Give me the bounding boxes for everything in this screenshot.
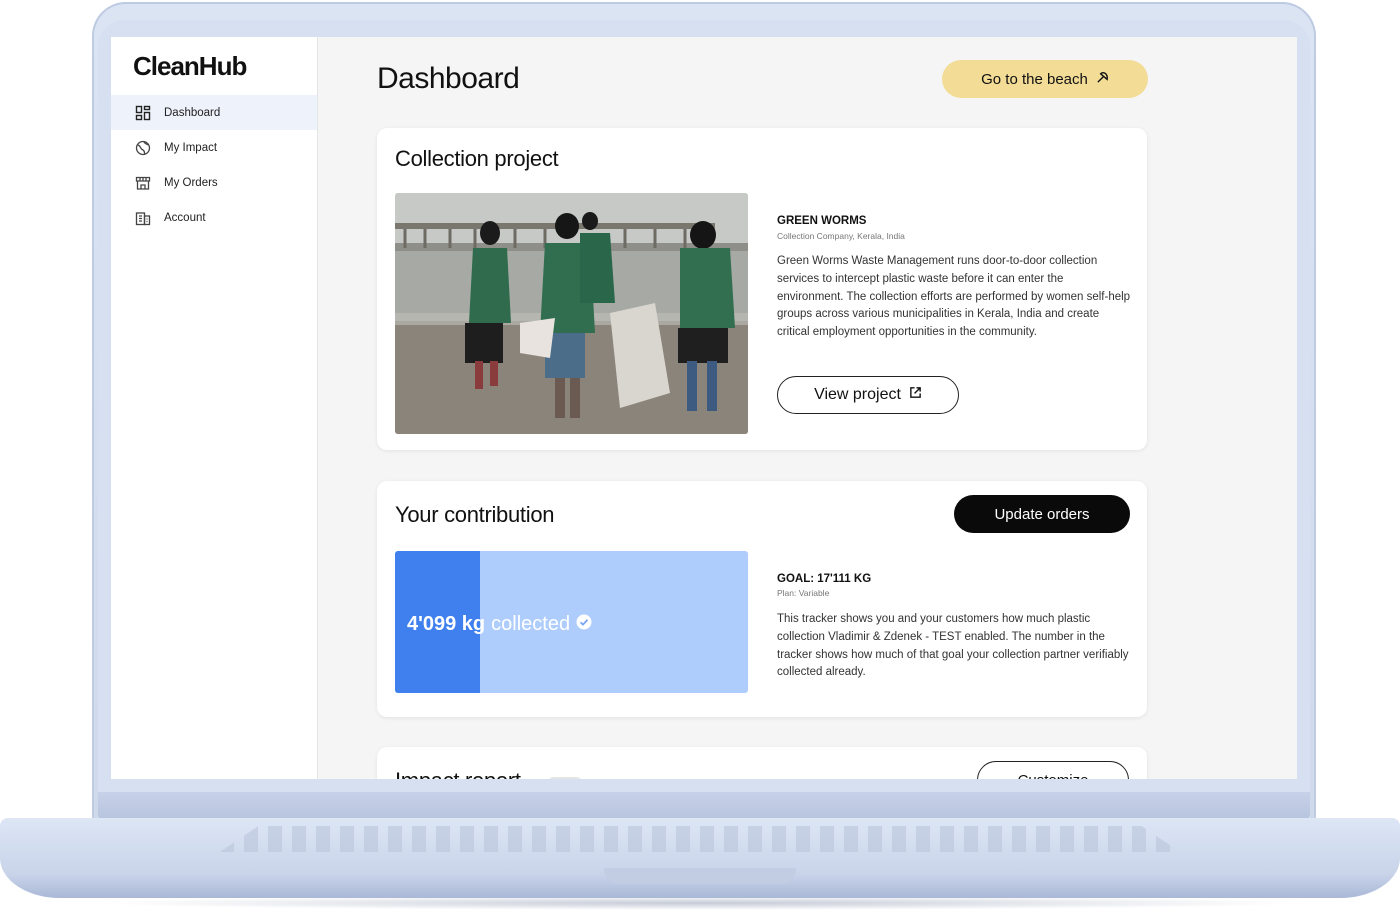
app-logo[interactable]: CleanHub xyxy=(133,51,247,82)
tracker-label: 4'099 kg collected xyxy=(407,613,592,636)
store-icon xyxy=(135,175,151,191)
view-project-button[interactable]: View project xyxy=(777,376,959,414)
company-name: GREEN WORMS xyxy=(777,215,867,227)
card-title: Your contribution xyxy=(395,502,555,527)
sidebar-item-my-impact[interactable]: My Impact xyxy=(111,130,317,165)
contribution-card: Your contribution Update orders 4'099 kg… xyxy=(377,481,1147,717)
company-subtitle: Collection Company, Kerala, India xyxy=(777,231,905,241)
sidebar-item-label: My Orders xyxy=(164,176,218,189)
beach-button-label: Go to the beach xyxy=(981,70,1088,88)
grid-icon xyxy=(135,105,151,121)
laptop-notch xyxy=(604,868,796,884)
sidebar: CleanHub Dashboard My Impact My Orders A… xyxy=(111,37,318,779)
sidebar-item-label: My Impact xyxy=(164,141,218,154)
view-project-label: View project xyxy=(814,386,901,403)
keyboard xyxy=(220,826,1180,852)
toggle-switch[interactable] xyxy=(547,777,583,779)
project-description: Green Worms Waste Management runs door-t… xyxy=(777,255,1131,339)
globe-icon xyxy=(135,140,151,156)
sidebar-item-label: Account xyxy=(164,211,206,224)
screen: CleanHub Dashboard My Impact My Orders A… xyxy=(111,37,1297,779)
check-circle-icon xyxy=(576,613,592,636)
update-orders-button[interactable]: Update orders xyxy=(954,495,1130,533)
sidebar-item-dashboard[interactable]: Dashboard xyxy=(111,95,317,130)
external-link-icon xyxy=(909,386,922,404)
collected-amount: 4'099 kg xyxy=(407,613,486,635)
go-to-beach-button[interactable]: Go to the beach xyxy=(942,60,1148,98)
plan-label: Plan: Variable xyxy=(777,588,830,598)
building-icon xyxy=(135,210,151,226)
sidebar-item-account[interactable]: Account xyxy=(111,200,317,235)
page-title: Dashboard xyxy=(377,62,520,95)
sidebar-item-label: Dashboard xyxy=(164,106,221,119)
contribution-tracker: 4'099 kg collected xyxy=(395,551,748,693)
impact-report-card: Impact report Customize xyxy=(377,747,1147,779)
collection-project-card: Collection project GREEN WORMS Collectio… xyxy=(377,128,1147,450)
tracker-description: This tracker shows you and your customer… xyxy=(777,613,1129,679)
sidebar-nav: Dashboard My Impact My Orders Account xyxy=(111,95,317,235)
card-title: Impact report xyxy=(395,768,521,779)
customize-button[interactable]: Customize xyxy=(977,761,1129,779)
card-title: Collection project xyxy=(395,146,559,171)
laptop-hinge xyxy=(98,792,1310,820)
laptop-shadow xyxy=(90,896,1310,910)
goal-label: GOAL: 17'111 KG xyxy=(777,573,872,585)
project-photo xyxy=(395,193,748,434)
umbrella-icon xyxy=(1096,71,1109,88)
sidebar-item-my-orders[interactable]: My Orders xyxy=(111,165,317,200)
collected-word: collected xyxy=(491,613,571,635)
